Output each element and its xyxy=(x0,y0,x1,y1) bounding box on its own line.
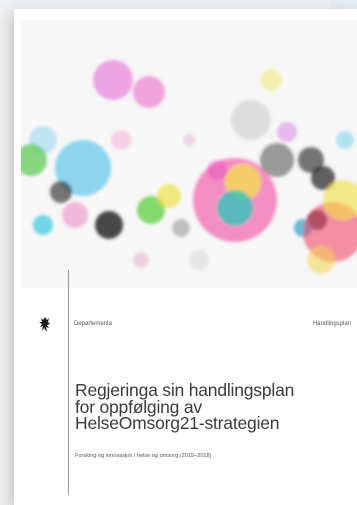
bubble xyxy=(93,60,133,100)
bubble xyxy=(231,100,271,140)
bubble xyxy=(133,252,149,268)
bubble xyxy=(50,181,72,203)
bubble xyxy=(260,69,282,91)
bubble xyxy=(183,134,195,146)
bubble xyxy=(157,184,181,208)
bubble xyxy=(260,143,294,177)
bubble xyxy=(62,202,88,228)
bubble xyxy=(172,219,190,237)
document-subtitle: Forsking og innovasjon i helse og omsorg… xyxy=(75,453,212,459)
bubble xyxy=(307,246,335,274)
cover-illustration xyxy=(21,20,357,288)
bubble xyxy=(336,131,354,149)
bubble xyxy=(189,250,209,270)
bubble xyxy=(133,76,165,108)
bubble xyxy=(277,122,297,142)
bubble-artwork xyxy=(21,60,357,274)
bubble xyxy=(217,190,253,226)
document-title: Regjeringa sin handlingsplan for oppfølg… xyxy=(75,382,355,432)
document-type-label: Handlingsplan xyxy=(312,321,351,327)
bubble xyxy=(95,211,123,239)
department-label: Departementa xyxy=(74,321,113,327)
coat-of-arms-icon xyxy=(39,317,50,332)
title-line: HelseOmsorg21-strategien xyxy=(75,413,280,433)
bubble xyxy=(33,215,53,235)
bubble xyxy=(111,130,131,150)
vertical-divider xyxy=(68,270,69,495)
